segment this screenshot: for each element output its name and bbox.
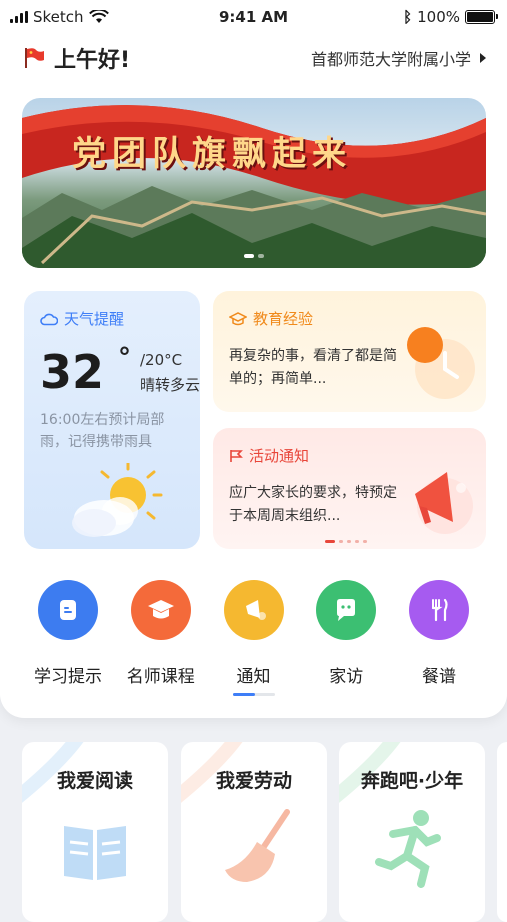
education-text: 再复杂的事，看清了都是简单的；再简单... bbox=[229, 348, 397, 387]
shortcut-page-indicator bbox=[233, 693, 275, 696]
status-right: ᛒ 100% bbox=[403, 8, 498, 26]
shortcut-notice[interactable]: 通知 bbox=[208, 580, 300, 687]
header: 上午好! 首都师范大学附属小学 bbox=[22, 40, 487, 76]
degree-symbol: ° bbox=[118, 343, 131, 373]
study-tips-icon bbox=[38, 580, 98, 640]
graduation-cap-icon bbox=[229, 311, 247, 325]
temperature: 32 bbox=[40, 345, 105, 399]
sun-cloud-icon bbox=[72, 463, 163, 537]
caret-right-icon bbox=[480, 53, 486, 63]
activity-label: 活动通知 bbox=[249, 447, 310, 465]
weather-label: 天气提醒 bbox=[64, 310, 125, 328]
activity-title: 活动通知 bbox=[229, 445, 309, 466]
battery-icon bbox=[465, 10, 498, 24]
flag-icon bbox=[25, 48, 44, 68]
battery-label: 100% bbox=[417, 8, 460, 26]
weather-note: 16:00左右预计局部雨，记得携带雨具 bbox=[40, 412, 165, 450]
megaphone-icon bbox=[415, 472, 473, 534]
shortcut-study-tips[interactable]: 学习提示 bbox=[22, 580, 114, 687]
low-temperature: /20°C bbox=[140, 351, 183, 369]
education-label: 教育经验 bbox=[253, 310, 314, 328]
weather-condition: 晴转多云 bbox=[140, 376, 200, 394]
reading-card[interactable]: 我爱阅读 bbox=[22, 742, 168, 922]
shortcut-grid: 学习提示 名师课程 通知 家访 餐谱 bbox=[22, 580, 485, 687]
education-title: 教育经验 bbox=[229, 308, 313, 329]
activity-text: 应广大家长的要求，特预定于本周周末组织... bbox=[229, 485, 397, 524]
teacher-courses-icon bbox=[130, 580, 191, 640]
labor-card-title: 我爱劳动 bbox=[215, 770, 292, 792]
weather-card[interactable]: 天气提醒 32 ° /20°C 晴转多云 16:00左右预计局部雨，记得携带雨具 bbox=[24, 291, 200, 549]
shortcut-teacher-courses[interactable]: 名师课程 bbox=[115, 580, 207, 687]
partial-card[interactable] bbox=[497, 742, 507, 922]
school-name: 首都师范大学附属小学 bbox=[310, 50, 471, 69]
status-bar: Sketch 9:41 AM ᛒ 100% bbox=[0, 0, 507, 34]
labor-card[interactable]: 我爱劳动 bbox=[181, 742, 327, 922]
flag-outline-icon bbox=[230, 449, 243, 462]
greeting-text: 上午好! bbox=[54, 48, 131, 73]
broom-icon bbox=[225, 809, 290, 882]
reading-card-title: 我爱阅读 bbox=[56, 770, 133, 792]
education-card[interactable]: 教育经验 再复杂的事，看清了都是简单的；再简单... bbox=[213, 291, 486, 412]
clock-icon bbox=[407, 327, 475, 399]
bluetooth-icon: ᛒ bbox=[403, 8, 413, 26]
running-card[interactable]: 奔跑吧·少年 bbox=[339, 742, 485, 922]
shortcut-home-visit[interactable]: 家访 bbox=[300, 580, 392, 687]
shortcut-label: 餐谱 bbox=[422, 667, 456, 687]
shortcut-menu[interactable]: 餐谱 bbox=[393, 580, 485, 687]
banner[interactable]: 党团队旗飘起来 bbox=[22, 98, 486, 268]
cloud-icon bbox=[40, 313, 58, 325]
banner-pager bbox=[22, 254, 486, 258]
activity-pager bbox=[325, 540, 367, 543]
shortcut-label: 通知 bbox=[236, 667, 271, 687]
weather-title: 天气提醒 bbox=[40, 308, 124, 329]
menu-icon bbox=[409, 580, 469, 640]
banner-title: 党团队旗飘起来 bbox=[72, 134, 352, 174]
shortcut-label: 家访 bbox=[329, 667, 364, 687]
notice-icon bbox=[223, 580, 284, 640]
shortcut-label: 名师课程 bbox=[126, 667, 195, 687]
activity-card[interactable]: 活动通知 应广大家长的要求，特预定于本周周末组织... bbox=[213, 428, 486, 549]
school-selector[interactable]: 首都师范大学附属小学 bbox=[311, 46, 487, 70]
banner-scenery bbox=[22, 105, 486, 268]
greeting: 上午好! bbox=[22, 42, 130, 74]
shortcut-label: 学习提示 bbox=[34, 667, 102, 687]
home-visit-icon bbox=[316, 580, 377, 640]
book-icon bbox=[64, 826, 126, 880]
runner-icon bbox=[375, 810, 441, 888]
running-card-title: 奔跑吧·少年 bbox=[360, 770, 464, 792]
